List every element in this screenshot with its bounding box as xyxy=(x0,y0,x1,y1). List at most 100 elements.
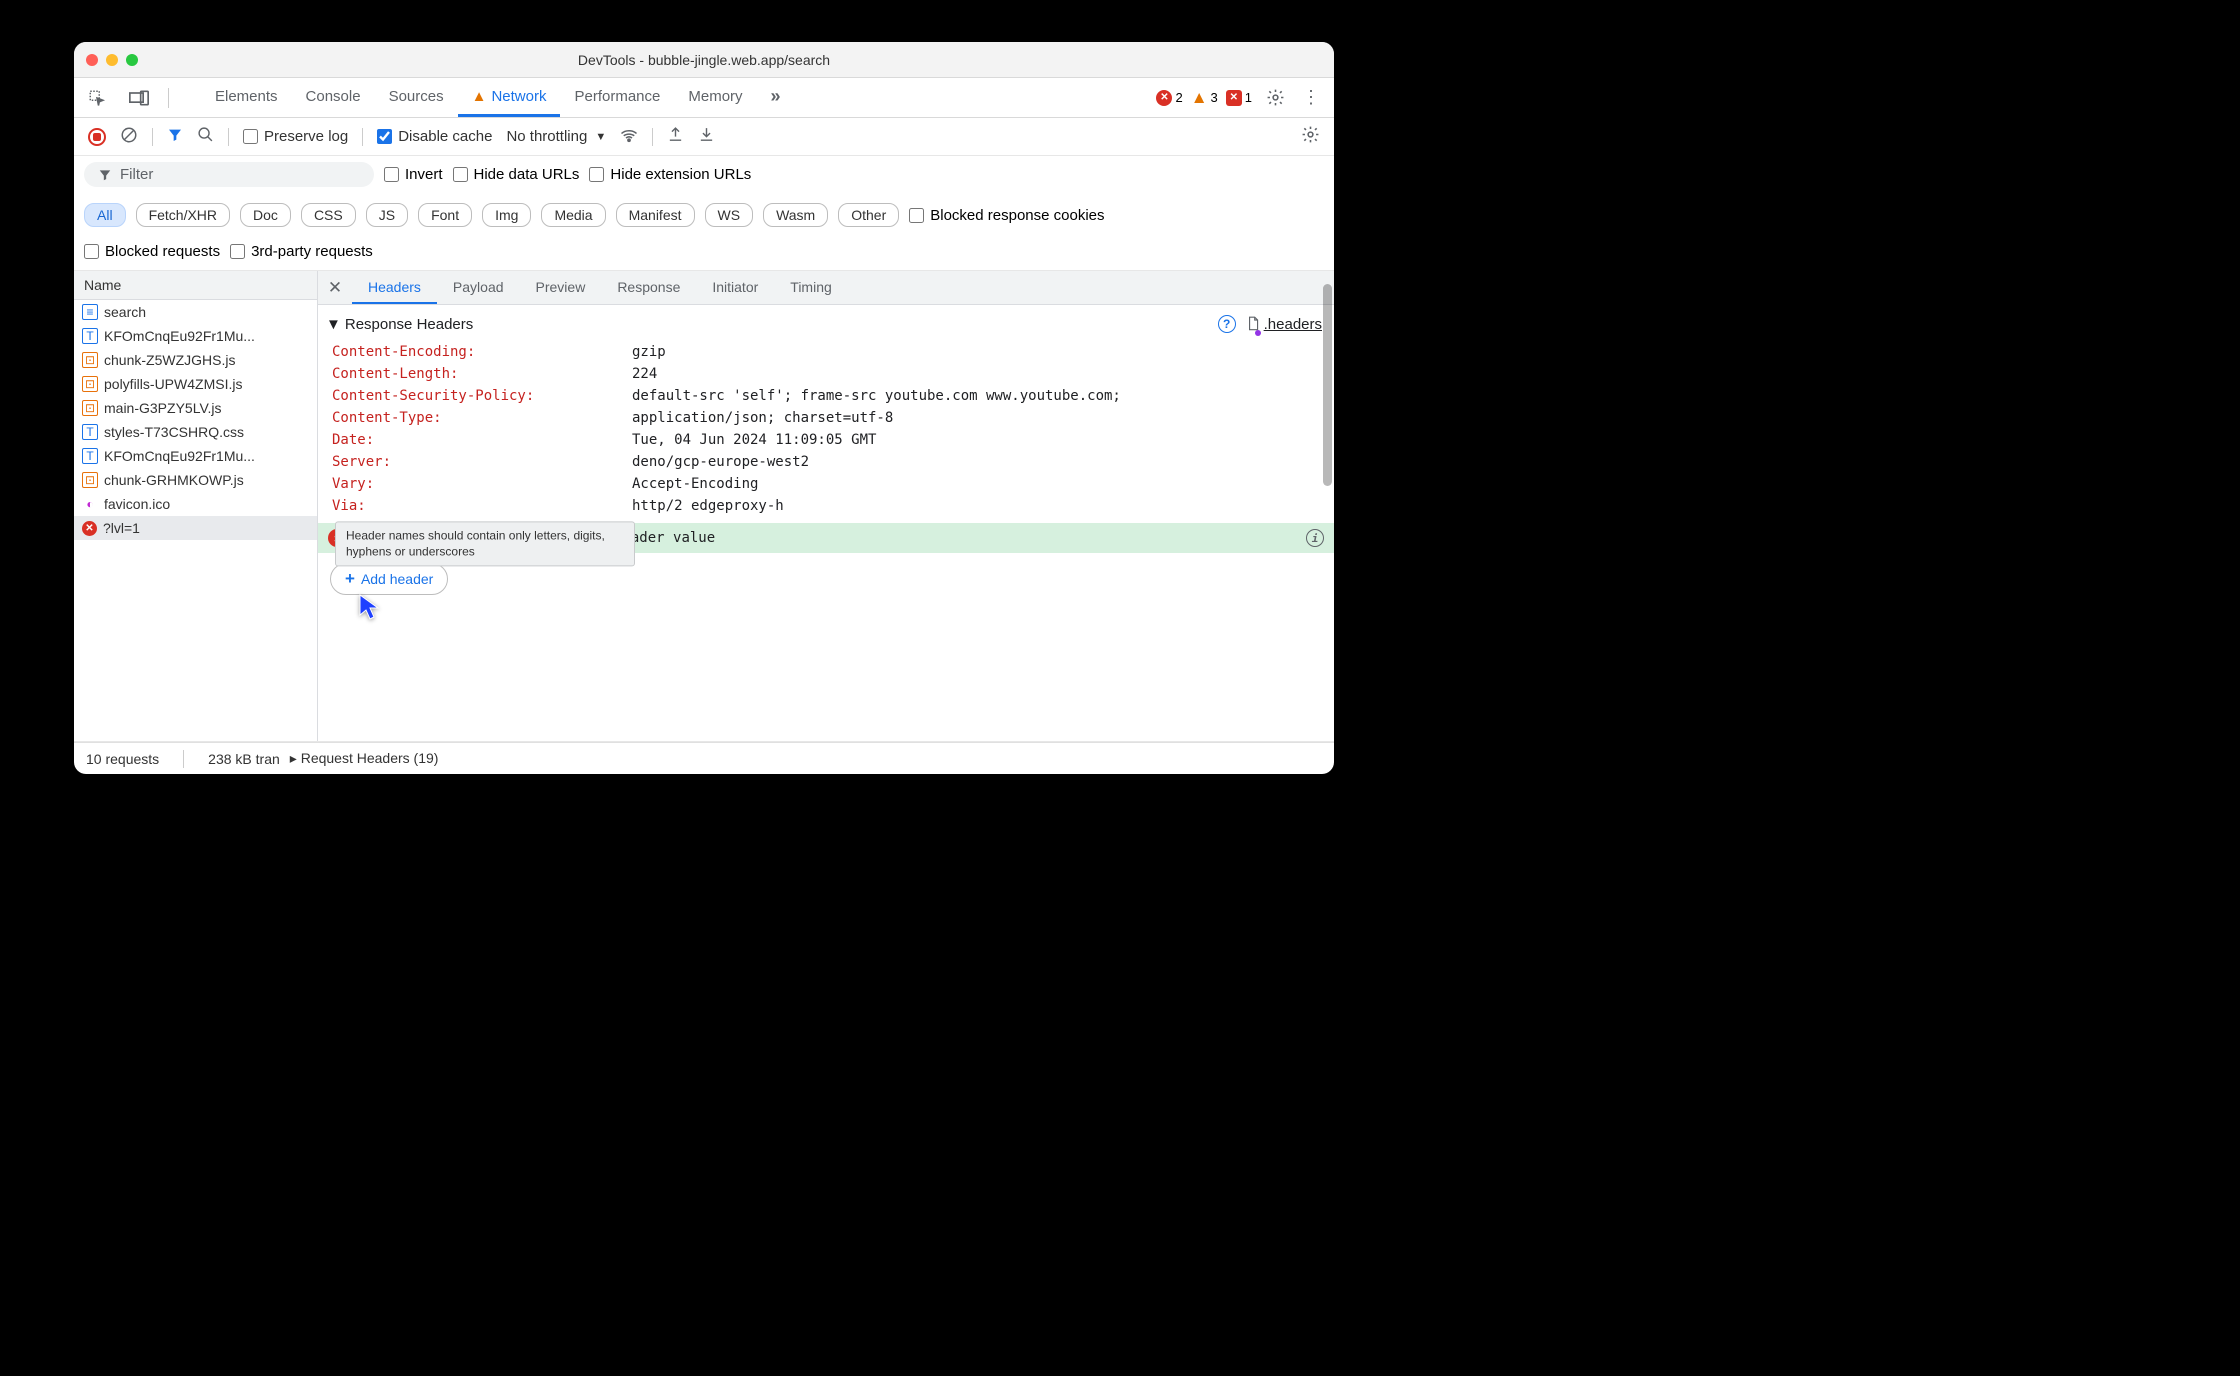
panel-tabs: Elements Console Sources ▲ Network Perfo… xyxy=(201,78,795,117)
response-headers-section[interactable]: ▼Response Headers ? .headers xyxy=(318,305,1334,339)
request-headers-section[interactable]: Request Headers (19) xyxy=(301,750,439,766)
expand-arrow-icon[interactable]: ▸ xyxy=(290,750,297,766)
override-dot-icon xyxy=(1255,330,1261,336)
blocked-requests-checkbox[interactable]: Blocked requests xyxy=(84,243,220,260)
warning-icon: ▲ xyxy=(1191,88,1208,108)
window-controls xyxy=(86,54,138,66)
invert-checkbox[interactable]: Invert xyxy=(384,166,443,183)
download-har-icon[interactable] xyxy=(698,126,715,147)
window-close-button[interactable] xyxy=(86,54,98,66)
console-error-counts[interactable]: ✕2 ▲3 ✕1 xyxy=(1156,88,1252,108)
mouse-cursor-icon xyxy=(358,593,384,624)
upload-har-icon[interactable] xyxy=(667,126,684,147)
collapse-arrow-icon: ▼ xyxy=(326,316,341,333)
filter-funnel-icon[interactable] xyxy=(167,127,183,147)
issues-icon: ✕ xyxy=(1226,90,1242,106)
header-row: Server:deno/gcp-europe-west2 xyxy=(318,451,1334,473)
headers-file-link[interactable]: .headers xyxy=(1246,316,1322,333)
network-settings-gear-icon[interactable] xyxy=(1301,125,1320,148)
titlebar: DevTools - bubble-jingle.web.app/search xyxy=(74,42,1334,78)
details-tabs: ✕ Headers Payload Preview Response Initi… xyxy=(318,271,1334,305)
preserve-log-checkbox[interactable]: Preserve log xyxy=(243,128,348,145)
dtab-response[interactable]: Response xyxy=(601,271,696,304)
tab-console[interactable]: Console xyxy=(292,78,375,117)
network-toolbar: Preserve log Disable cache No throttling… xyxy=(74,118,1334,156)
name-column-header[interactable]: Name xyxy=(74,271,317,300)
devtools-window: DevTools - bubble-jingle.web.app/search … xyxy=(74,42,1334,774)
blocked-cookies-checkbox[interactable]: Blocked response cookies xyxy=(909,207,1104,224)
request-row[interactable]: ≡search xyxy=(74,300,317,324)
requests-pane: Name ≡searchTKFOmCnqEu92Fr1Mu...⊡chunk-Z… xyxy=(74,271,318,741)
request-row[interactable]: TKFOmCnqEu92Fr1Mu... xyxy=(74,444,317,468)
throttling-select[interactable]: No throttling ▼ xyxy=(506,128,606,145)
filter-input[interactable]: Filter xyxy=(84,162,374,187)
window-minimize-button[interactable] xyxy=(106,54,118,66)
chip-manifest[interactable]: Manifest xyxy=(616,203,695,227)
plus-icon: + xyxy=(345,569,355,589)
network-conditions-icon[interactable] xyxy=(620,126,638,148)
details-pane: ✕ Headers Payload Preview Response Initi… xyxy=(318,271,1334,741)
content-area: Name ≡searchTKFOmCnqEu92Fr1Mu...⊡chunk-Z… xyxy=(74,271,1334,742)
chip-other[interactable]: Other xyxy=(838,203,899,227)
scrollbar-thumb[interactable] xyxy=(1323,284,1332,486)
inspect-element-icon[interactable] xyxy=(84,78,110,117)
close-details-button[interactable]: ✕ xyxy=(318,271,352,304)
dtab-timing[interactable]: Timing xyxy=(774,271,848,304)
request-row[interactable]: Tstyles-T73CSHRQ.css xyxy=(74,420,317,444)
main-tabstrip: Elements Console Sources ▲ Network Perfo… xyxy=(74,78,1334,118)
device-toolbar-icon[interactable] xyxy=(126,78,152,117)
request-row[interactable]: ⊡polyfills-UPW4ZMSI.js xyxy=(74,372,317,396)
chip-wasm[interactable]: Wasm xyxy=(763,203,828,227)
window-maximize-button[interactable] xyxy=(126,54,138,66)
help-icon[interactable]: ? xyxy=(1218,315,1236,333)
chip-js[interactable]: JS xyxy=(366,203,408,227)
header-row: Content-Type:application/json; charset=u… xyxy=(318,407,1334,429)
filter-input-placeholder: Filter xyxy=(120,166,153,183)
chevron-down-icon: ▼ xyxy=(595,131,606,143)
dtab-initiator[interactable]: Initiator xyxy=(696,271,774,304)
chip-media[interactable]: Media xyxy=(541,203,605,227)
disable-cache-checkbox[interactable]: Disable cache xyxy=(377,128,492,145)
request-row[interactable]: ⊡main-G3PZY5LV.js xyxy=(74,396,317,420)
tab-elements[interactable]: Elements xyxy=(201,78,292,117)
chip-ws[interactable]: WS xyxy=(705,203,754,227)
chip-css[interactable]: CSS xyxy=(301,203,356,227)
filters-row: Filter Invert Hide data URLs Hide extens… xyxy=(74,156,1334,271)
tab-performance[interactable]: Performance xyxy=(560,78,674,117)
chip-all[interactable]: All xyxy=(84,203,126,227)
chip-font[interactable]: Font xyxy=(418,203,472,227)
request-row[interactable]: ◐favicon.ico xyxy=(74,492,317,516)
chip-doc[interactable]: Doc xyxy=(240,203,291,227)
clear-button[interactable] xyxy=(120,126,138,148)
request-row[interactable]: ⊡chunk-Z5WZJGHS.js xyxy=(74,348,317,372)
dtab-preview[interactable]: Preview xyxy=(520,271,602,304)
tab-network[interactable]: ▲ Network xyxy=(458,78,561,117)
requests-list: ≡searchTKFOmCnqEu92Fr1Mu...⊡chunk-Z5WZJG… xyxy=(74,300,317,741)
scrollbar[interactable] xyxy=(1321,271,1333,741)
request-row[interactable]: ✕?lvl=1 xyxy=(74,516,317,540)
header-row: Via:http/2 edgeproxy-h xyxy=(318,495,1334,517)
tab-memory[interactable]: Memory xyxy=(674,78,756,117)
hide-data-urls-checkbox[interactable]: Hide data URLs xyxy=(453,166,580,183)
header-row: Content-Encoding:gzip xyxy=(318,341,1334,363)
add-header-button[interactable]: + Add header xyxy=(330,563,448,595)
more-tabs-button[interactable]: » xyxy=(757,78,795,117)
settings-gear-icon[interactable] xyxy=(1262,88,1288,107)
response-headers-table: Content-Encoding:gzipContent-Length:224C… xyxy=(318,339,1334,523)
status-bar: 10 requests 238 kB tran ▸ Request Header… xyxy=(74,742,1334,774)
chip-img[interactable]: Img xyxy=(482,203,531,227)
third-party-checkbox[interactable]: 3rd-party requests xyxy=(230,243,373,260)
header-row: Content-Security-Policy:default-src 'sel… xyxy=(318,385,1334,407)
header-row: Content-Length:224 xyxy=(318,363,1334,385)
chip-fetch-xhr[interactable]: Fetch/XHR xyxy=(136,203,230,227)
search-icon[interactable] xyxy=(197,126,214,147)
request-row[interactable]: TKFOmCnqEu92Fr1Mu... xyxy=(74,324,317,348)
dtab-payload[interactable]: Payload xyxy=(437,271,520,304)
kebab-menu-icon[interactable]: ⋮ xyxy=(1298,87,1324,108)
header-row: Date:Tue, 04 Jun 2024 11:09:05 GMT xyxy=(318,429,1334,451)
hide-extension-urls-checkbox[interactable]: Hide extension URLs xyxy=(589,166,751,183)
request-row[interactable]: ⊡chunk-GRHMKOWP.js xyxy=(74,468,317,492)
record-button[interactable] xyxy=(88,128,106,146)
dtab-headers[interactable]: Headers xyxy=(352,271,437,304)
tab-sources[interactable]: Sources xyxy=(375,78,458,117)
